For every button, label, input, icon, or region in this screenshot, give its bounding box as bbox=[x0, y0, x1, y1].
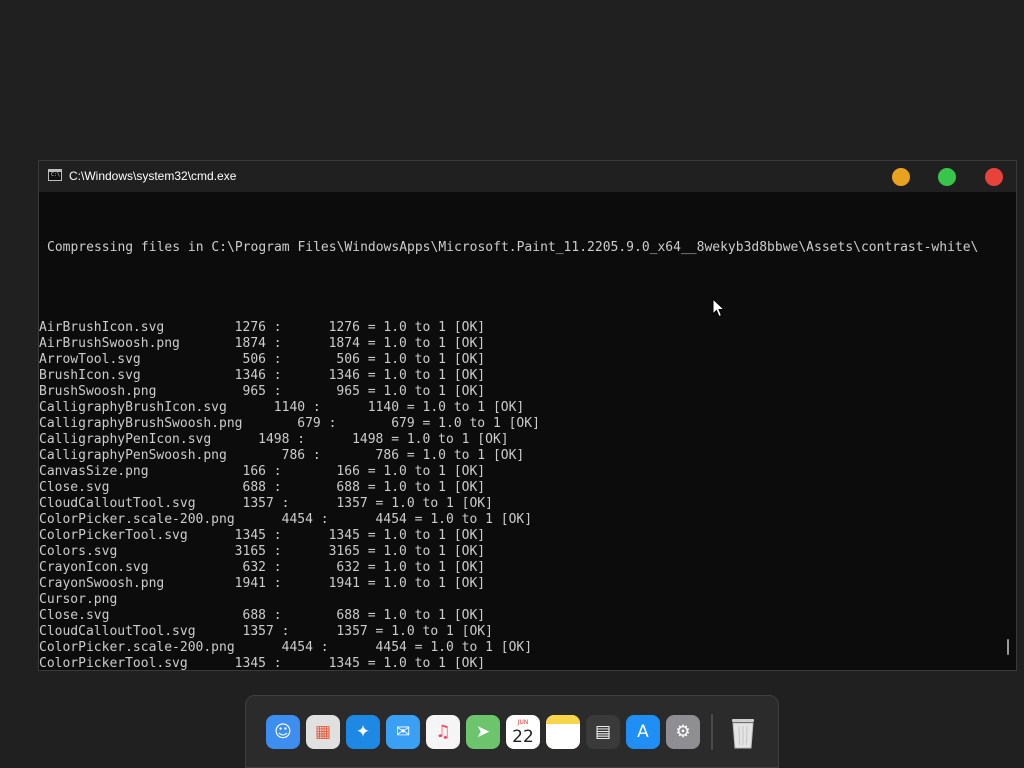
console-line: CloudCalloutTool.svg 1357 : 1357 = 1.0 t… bbox=[39, 496, 493, 511]
music-icon[interactable]: ♫ bbox=[426, 715, 460, 749]
calendar-icon[interactable]: JUN 22 bbox=[506, 715, 540, 749]
window-title: C:\Windows\system32\cmd.exe bbox=[69, 169, 237, 183]
console-line: CloudCalloutTool.svg 1357 : 1357 = 1.0 t… bbox=[39, 624, 493, 639]
app-store-icon[interactable]: A bbox=[626, 715, 660, 749]
console-line: Close.svg 688 : 688 = 1.0 to 1 [OK] bbox=[39, 608, 486, 623]
console-line: BrushSwoosh.png 965 : 965 = 1.0 to 1 [OK… bbox=[39, 384, 486, 399]
console-line: AirBrushSwoosh.png 1874 : 1874 = 1.0 to … bbox=[39, 336, 486, 351]
console-line: CanvasSize.png 166 : 166 = 1.0 to 1 [OK] bbox=[39, 464, 486, 479]
maximize-button[interactable] bbox=[938, 168, 956, 186]
console-line: Cursor.png bbox=[39, 592, 118, 607]
close-button[interactable] bbox=[985, 168, 1003, 186]
system-settings-icon[interactable]: ⚙ bbox=[666, 715, 700, 749]
calendar-day: 22 bbox=[512, 727, 534, 747]
console-line: ColorPicker.scale-200.png 4454 : 4454 = … bbox=[39, 640, 533, 655]
notes-icon[interactable] bbox=[546, 715, 580, 749]
finder-icon[interactable]: ☺ bbox=[266, 715, 300, 749]
console-line: ColorPickerTool.svg 1345 : 1345 = 1.0 to… bbox=[39, 656, 486, 670]
safari-icon[interactable]: ✦ bbox=[346, 715, 380, 749]
console-line: ArrowTool.svg 506 : 506 = 1.0 to 1 [OK] bbox=[39, 352, 486, 367]
dock-separator bbox=[711, 714, 713, 750]
console-line: CalligraphyPenIcon.svg 1498 : 1498 = 1.0… bbox=[39, 432, 509, 447]
maps-icon[interactable]: ➤ bbox=[466, 715, 500, 749]
console-line: BrushIcon.svg 1346 : 1346 = 1.0 to 1 [OK… bbox=[39, 368, 486, 383]
mouse-pointer-icon bbox=[712, 298, 726, 318]
calculator-icon[interactable]: ▤ bbox=[586, 715, 620, 749]
console-line: ColorPickerTool.svg 1345 : 1345 = 1.0 to… bbox=[39, 528, 486, 543]
dock: ☺ ▦ ✦ ✉ ♫ ➤ JUN 22 ▤ A ⚙ bbox=[245, 695, 779, 768]
console-output[interactable]: Compressing files in C:\Program Files\Wi… bbox=[39, 192, 1006, 670]
cmd-icon: C:\ bbox=[48, 169, 62, 181]
console-lines: AirBrushIcon.svg 1276 : 1276 = 1.0 to 1 … bbox=[39, 320, 1006, 670]
console-line: AirBrushIcon.svg 1276 : 1276 = 1.0 to 1 … bbox=[39, 320, 486, 335]
console-line: CrayonIcon.svg 632 : 632 = 1.0 to 1 [OK] bbox=[39, 560, 486, 575]
console-header-line: Compressing files in C:\Program Files\Wi… bbox=[47, 240, 979, 255]
minimize-button[interactable] bbox=[892, 168, 910, 186]
console-line: CalligraphyBrushSwoosh.png 679 : 679 = 1… bbox=[39, 416, 540, 431]
console-line: Close.svg 688 : 688 = 1.0 to 1 [OK] bbox=[39, 480, 486, 495]
mail-icon[interactable]: ✉ bbox=[386, 715, 420, 749]
console-line: CalligraphyPenSwoosh.png 786 : 786 = 1.0… bbox=[39, 448, 525, 463]
console-line: ColorPicker.scale-200.png 4454 : 4454 = … bbox=[39, 512, 533, 527]
cmd-window[interactable]: C:\ C:\Windows\system32\cmd.exe Compress… bbox=[38, 160, 1017, 671]
scrollbar-thumb[interactable] bbox=[1007, 639, 1009, 655]
title-bar[interactable]: C:\ C:\Windows\system32\cmd.exe bbox=[39, 161, 1016, 192]
calendar-month: JUN bbox=[517, 719, 529, 726]
launchpad-icon[interactable]: ▦ bbox=[306, 715, 340, 749]
console-line: CalligraphyBrushIcon.svg 1140 : 1140 = 1… bbox=[39, 400, 525, 415]
console-line: CrayonSwoosh.png 1941 : 1941 = 1.0 to 1 … bbox=[39, 576, 486, 591]
trash-icon[interactable] bbox=[726, 715, 760, 749]
console-line: Colors.svg 3165 : 3165 = 1.0 to 1 [OK] bbox=[39, 544, 486, 559]
